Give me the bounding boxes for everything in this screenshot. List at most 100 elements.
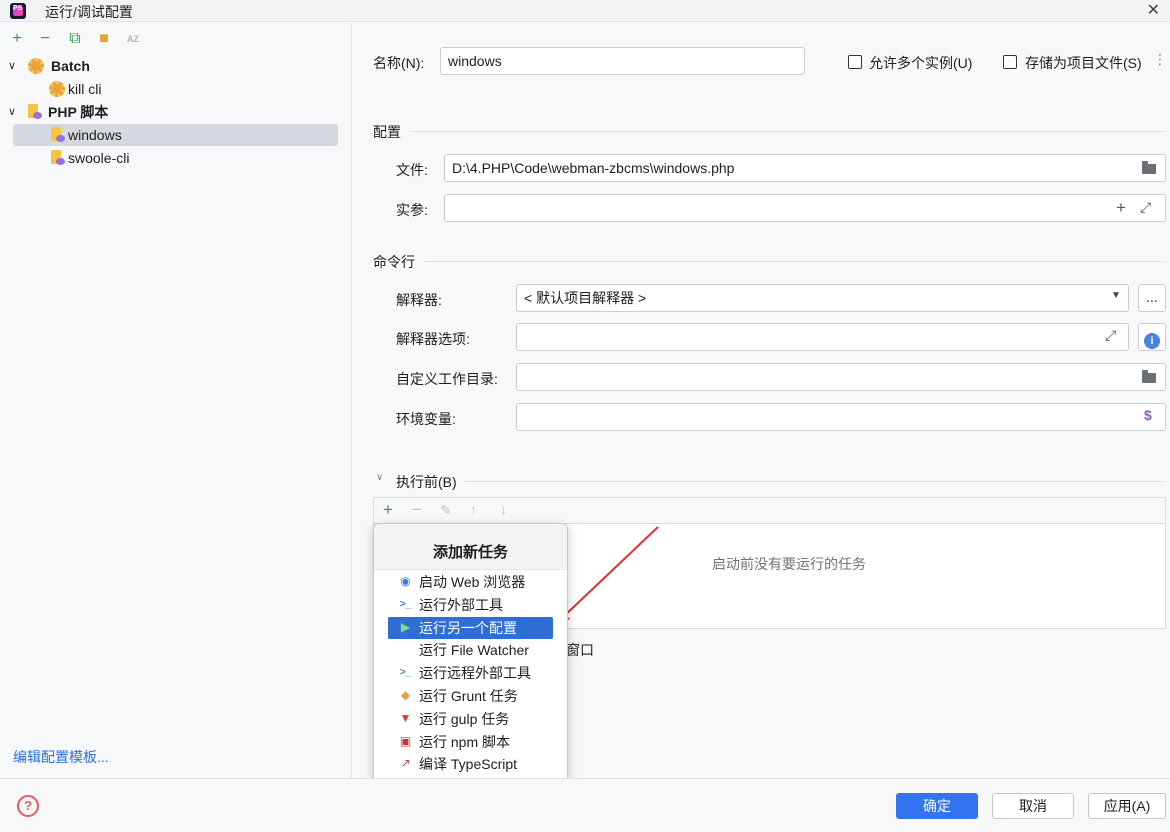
tree-group-1[interactable]: ∨ PHP 脚本 xyxy=(0,101,340,123)
remove-icon[interactable]: − xyxy=(36,30,54,48)
move-down-icon[interactable]: ↓ xyxy=(500,501,507,517)
tree-item-label: swoole-cli xyxy=(68,150,130,166)
cancel-button[interactable]: 取消 xyxy=(992,793,1074,819)
add-icon[interactable]: + xyxy=(8,30,26,48)
expand-icon[interactable]: ⤢ xyxy=(1140,199,1151,216)
chevron-down-icon[interactable]: ∨ xyxy=(376,472,383,483)
popup-item-6[interactable]: ▼ 运行 gulp 任务 xyxy=(388,708,553,730)
allow-multiple-label: 允许多个实例(U) xyxy=(869,55,973,71)
popup-item-4[interactable]: >_ 运行远程外部工具 xyxy=(388,662,553,684)
popup-item-7[interactable]: ▣ 运行 npm 脚本 xyxy=(388,731,553,753)
sidebar-toolbar: + − ⧉ ■ AZ xyxy=(0,28,352,50)
move-up-icon[interactable]: ↑ xyxy=(470,501,477,517)
window-option-label: 窗口 xyxy=(566,642,594,658)
tree-group-label: PHP 脚本 xyxy=(48,104,109,120)
tree-item-label: kill cli xyxy=(68,81,102,97)
args-input[interactable] xyxy=(444,194,1166,222)
batch-icon xyxy=(49,81,65,97)
tree-group-label: Batch xyxy=(51,58,90,74)
info-icon: i xyxy=(1144,333,1160,349)
popup-item-label: 运行 File Watcher xyxy=(419,642,529,659)
popup-item-3[interactable]: 运行 File Watcher xyxy=(388,639,553,661)
popup-item-label: 运行远程外部工具 xyxy=(419,665,531,682)
section-cmd-title: 命令行 xyxy=(373,254,415,270)
expand-icon[interactable]: ⤢ xyxy=(1105,327,1116,344)
env-input[interactable] xyxy=(516,403,1166,431)
apply-button[interactable]: 应用(A) xyxy=(1088,793,1166,819)
workdir-label: 自定义工作目录: xyxy=(396,371,498,387)
add-arg-icon[interactable]: + xyxy=(1116,198,1126,218)
popup-item-label: 运行外部工具 xyxy=(419,596,503,613)
args-label: 实参: xyxy=(396,202,428,218)
section-config-title: 配置 xyxy=(373,124,401,140)
tree-item-swoole-cli[interactable]: swoole-cli xyxy=(13,147,338,169)
sort-az-icon[interactable]: AZ xyxy=(124,30,142,48)
php-icon xyxy=(51,127,65,143)
tree-group-0[interactable]: ∨ Batch xyxy=(0,55,340,77)
popup-item-label: 运行 npm 脚本 xyxy=(419,733,511,750)
popup-item-1[interactable]: >_ 运行外部工具 xyxy=(388,594,553,616)
popup-title: 添加新任务 xyxy=(432,544,508,561)
folder-icon[interactable]: ■ xyxy=(95,30,113,48)
configurations-sidebar: + − ⧉ ■ AZ ∨ Batch kill cli ∨ PHP 脚本 windows swool… xyxy=(0,23,352,778)
copy-icon[interactable]: ⧉ xyxy=(66,30,84,48)
interpreter-select[interactable]: < 默认项目解释器 > xyxy=(516,284,1129,312)
popup-item-label: 编译 TypeScript xyxy=(419,756,518,773)
file-path-input[interactable]: D:\4.PHP\Code\webman-zbcms\windows.php xyxy=(444,154,1166,182)
edit-templates-link[interactable]: 编辑配置模板... xyxy=(13,747,109,767)
help-icon[interactable]: ? xyxy=(17,795,39,817)
interpreter-settings-button[interactable]: ... xyxy=(1138,284,1166,312)
popup-item-label: 运行 gulp 任务 xyxy=(419,710,510,727)
browse-folder-icon[interactable] xyxy=(1142,161,1156,174)
add-task-icon[interactable]: + xyxy=(383,500,393,520)
gulp-icon: ▼ xyxy=(399,710,412,725)
interpreter-options-input[interactable] xyxy=(516,323,1129,351)
popup-item-label: 运行 Grunt 任务 xyxy=(419,688,518,704)
remote-terminal-icon: >_ xyxy=(399,667,412,679)
run-icon: ▶ xyxy=(400,619,411,634)
chevron-down-icon[interactable]: ▼ xyxy=(1111,290,1121,301)
allow-multiple-checkbox[interactable] xyxy=(848,55,862,69)
popup-item-label: 启动 Web 浏览器 xyxy=(419,574,526,590)
phpstorm-app-icon: PS xyxy=(10,3,26,19)
globe-icon: ◉ xyxy=(400,574,411,588)
terminal-icon: >_ xyxy=(399,598,412,610)
window-title: 运行/调试配置 xyxy=(45,4,133,20)
before-launch-title[interactable]: 执行前(B) xyxy=(396,472,457,492)
empty-tasks-text: 启动前没有要运行的任务 xyxy=(712,556,866,572)
browse-folder-icon[interactable] xyxy=(1142,370,1156,383)
workdir-input[interactable] xyxy=(516,363,1166,391)
popup-item-8[interactable]: ↗ 编译 TypeScript xyxy=(388,753,553,775)
title-bar: PS 运行/调试配置 ✕ xyxy=(0,0,1170,22)
batch-icon xyxy=(28,58,44,74)
section-divider xyxy=(410,131,1166,132)
more-options-icon[interactable]: ⋮ xyxy=(1153,51,1167,68)
interpreter-options-label: 解释器选项: xyxy=(396,331,470,347)
env-label: 环境变量: xyxy=(396,411,456,427)
close-icon[interactable]: ✕ xyxy=(1147,0,1160,20)
store-as-file-checkbox[interactable] xyxy=(1003,55,1017,69)
tree-item-kill-cli[interactable]: kill cli xyxy=(13,78,338,100)
dollar-icon[interactable]: $ xyxy=(1144,407,1152,423)
popup-item-label: 运行另一个配置 xyxy=(419,619,517,636)
name-input[interactable]: windows xyxy=(440,47,805,75)
popup-item-2[interactable]: ▶ 运行另一个配置 xyxy=(388,616,553,639)
ok-button[interactable]: 确定 xyxy=(896,793,978,819)
info-button[interactable]: i xyxy=(1138,323,1166,351)
dialog-footer: ? 确定 取消 应用(A) xyxy=(0,778,1170,832)
php-icon xyxy=(51,150,65,166)
name-label: 名称(N): xyxy=(373,55,425,71)
remove-task-icon[interactable]: − xyxy=(412,500,422,520)
popup-item-0[interactable]: ◉ 启动 Web 浏览器 xyxy=(388,571,553,593)
popup-item-5[interactable]: ◆ 运行 Grunt 任务 xyxy=(388,685,553,707)
grunt-icon: ◆ xyxy=(400,688,411,702)
chevron-down-icon[interactable]: ∨ xyxy=(8,55,16,77)
php-icon xyxy=(28,104,42,120)
tree-item-label: windows xyxy=(68,127,122,143)
store-as-file-label: 存储为项目文件(S) xyxy=(1025,55,1142,71)
typescript-icon: ↗ xyxy=(400,756,411,771)
edit-task-icon[interactable]: ✎ xyxy=(440,502,452,519)
interpreter-label: 解释器: xyxy=(396,292,442,308)
tree-item-windows[interactable]: windows xyxy=(13,124,338,146)
chevron-down-icon[interactable]: ∨ xyxy=(8,101,16,123)
